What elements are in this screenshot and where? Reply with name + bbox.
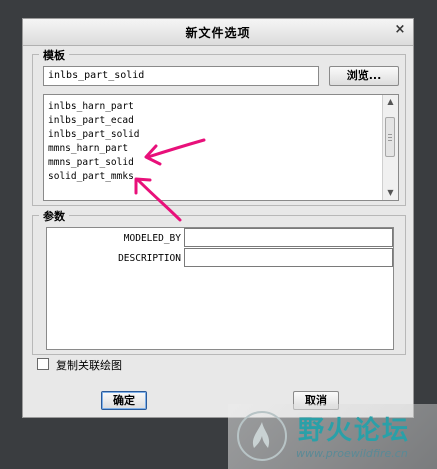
list-item[interactable]: solid_part_mmks (48, 170, 134, 184)
param-value-description[interactable] (184, 248, 393, 267)
copy-drawing-label: 复制关联绘图 (56, 359, 122, 372)
template-group-label: 模板 (39, 47, 69, 63)
list-scrollbar[interactable]: ▲ ▼ (382, 95, 398, 200)
param-value-modeled-by[interactable] (184, 228, 393, 247)
list-item[interactable]: inlbs_part_ecad (48, 114, 134, 128)
watermark-text: 野火论坛 (298, 416, 411, 446)
browse-button[interactable]: 浏览... (329, 66, 399, 86)
close-icon[interactable]: × (393, 23, 407, 37)
ok-button-label: 确定 (113, 394, 135, 407)
grip-line (388, 140, 392, 141)
forum-watermark: 野火论坛 www.proewildfire.cn (228, 404, 437, 469)
parameters-group: 参数 MODELED_BY DESCRIPTION (32, 208, 406, 355)
scroll-down-icon[interactable]: ▼ (383, 186, 398, 200)
template-input[interactable]: inlbs_part_solid (43, 66, 319, 86)
parameters-group-label: 参数 (39, 208, 69, 224)
list-item[interactable]: mmns_part_solid (48, 156, 134, 170)
list-item[interactable]: inlbs_harn_part (48, 100, 134, 114)
list-item[interactable]: inlbs_part_solid (48, 128, 140, 142)
scroll-up-icon[interactable]: ▲ (383, 95, 398, 109)
title-bar[interactable]: 新文件选项 × (23, 19, 413, 46)
new-file-options-dialog: 新文件选项 × 模板 inlbs_part_solid 浏览... inlbs_… (22, 18, 414, 418)
copy-drawing-checkbox[interactable] (37, 358, 49, 370)
browse-button-label: 浏览... (346, 69, 382, 82)
fire-logo-icon (237, 411, 287, 461)
template-group: 模板 inlbs_part_solid 浏览... inlbs_harn_par… (32, 47, 406, 206)
grip-line (388, 134, 392, 135)
parameters-table: MODELED_BY DESCRIPTION (46, 227, 394, 350)
watermark-url: www.proewildfire.cn (296, 447, 408, 460)
template-list[interactable]: inlbs_harn_part inlbs_part_ecad inlbs_pa… (43, 94, 399, 201)
dialog-title: 新文件选项 (185, 26, 251, 40)
param-name-modeled-by: MODELED_BY (123, 233, 181, 244)
list-item[interactable]: mmns_harn_part (48, 142, 128, 156)
param-name-description: DESCRIPTION (118, 253, 181, 264)
ok-button[interactable]: 确定 (101, 391, 147, 410)
scroll-thumb[interactable] (385, 117, 395, 157)
grip-line (388, 137, 392, 138)
